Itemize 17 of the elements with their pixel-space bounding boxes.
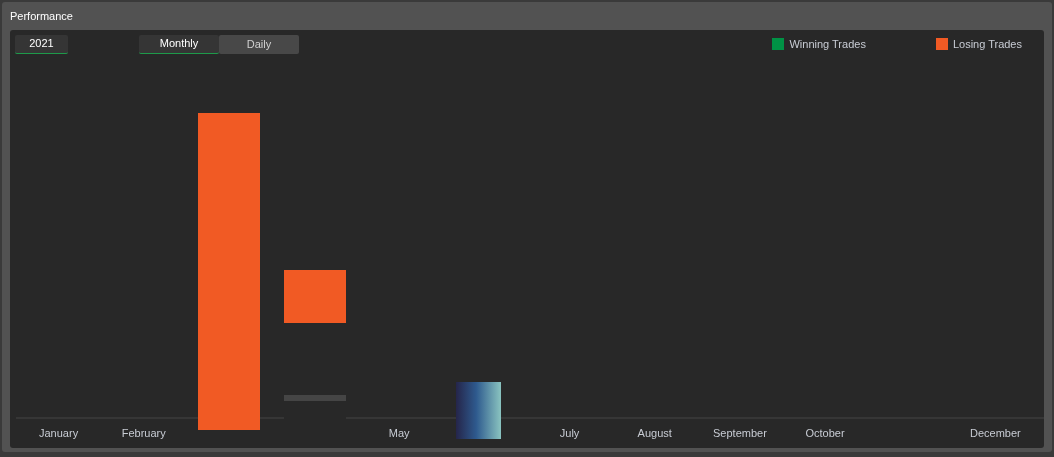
april-bar xyxy=(284,270,346,323)
panel-title: Performance xyxy=(10,8,73,24)
month-label: December xyxy=(969,425,1022,441)
month-label: February xyxy=(120,425,167,441)
month-label: July xyxy=(558,425,581,441)
month-label: January xyxy=(38,425,80,441)
month-label: October xyxy=(804,425,846,441)
legend-label: Losing Trades xyxy=(952,36,1022,52)
legend-label: Winning Trades xyxy=(789,36,866,52)
month-label: August xyxy=(636,425,673,441)
month-label: September xyxy=(712,425,768,441)
gradient-bar xyxy=(456,382,501,439)
view-tab[interactable]: Monthly xyxy=(139,34,219,54)
view-tab[interactable]: Daily xyxy=(219,34,299,54)
month-label: May xyxy=(387,425,411,441)
year-selector[interactable]: 2021 xyxy=(15,34,68,54)
small-bar xyxy=(284,395,346,401)
